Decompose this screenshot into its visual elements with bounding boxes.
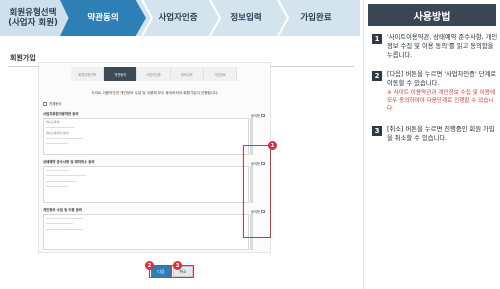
mini-step-active: 약관동의 (104, 67, 138, 81)
agree-highlight-box (243, 145, 271, 238)
section-heading-site-terms: 사업자회원이용약관 동의 (43, 112, 79, 116)
page-title: 회원가입 (10, 54, 36, 62)
mini-step: 가입완료 (203, 67, 238, 81)
agree-all-checkbox[interactable]: 전체동의 (43, 101, 61, 106)
mini-step: 사업자인증 (137, 67, 171, 81)
agree-site-terms[interactable]: 동의함 (251, 113, 265, 118)
tip-number: 1 (372, 34, 382, 44)
site-terms-text[interactable]: 제1조(목적) ───────────────── 제2조(용어의 정의) ─────… (43, 118, 249, 155)
section-heading-reservation-rules: 상태예약 준수사항 및 예약취소 동의 (43, 160, 95, 164)
usage-guide-title: 사용방법 (368, 4, 496, 26)
usage-tip-3: 3 [취소] 버튼을 누르면 진행중인 회원 가입을 취소할 수 있습니다. (372, 125, 499, 143)
mini-step: 회원유형선택 (71, 67, 105, 81)
usage-tip-1: 1 '사이트이용약관, 상태예약 준수사항, 개인정보 수집 및 이용 동의'를… (372, 33, 499, 60)
step-terms-agreement: 약관동의 (60, 0, 146, 36)
reservation-rules-text[interactable]: ────────────── ──────────────────────── ──… (43, 166, 249, 203)
checkbox-box[interactable] (261, 113, 265, 118)
agree-label: 동의함 (251, 114, 260, 118)
section-heading-privacy: 개인정보 수집 및 이용 동의 (43, 208, 83, 212)
form-step-indicator: 회원유형선택 약관동의 사업자인증 정보입력 가입완료 (71, 67, 238, 81)
usage-guide-panel: 사용방법 1 '사이트이용약관, 상태예약 준수사항, 개인정보 수집 및 이용… (363, 0, 500, 289)
step-signup-complete: 가입완료 (300, 12, 332, 23)
tip-text: [다음] 버튼을 누르면 '사업자인증' 단계로 이동할 수 있습니다. (387, 71, 497, 88)
step-business-verification: 사업자인증 (158, 12, 198, 23)
step-badge-2: 2 (145, 261, 154, 270)
tip-number: 2 (372, 71, 382, 81)
step-member-type: 회원유형선택 (사업자 회원) (0, 0, 66, 36)
usage-tip-2: 2 [다음] 버튼을 누르면 '사업자인증' 단계로 이동할 수 있습니다. ※… (372, 70, 499, 114)
agree-all-label: 전체동의 (49, 102, 62, 106)
signup-step-bar: 회원유형선택 (사업자 회원) 약관동의 사업자인증 정보입력 가입완료 (0, 0, 360, 36)
tip-number: 3 (372, 126, 382, 136)
tip-text: '사이트이용약관, 상태예약 준수사항, 개인정보 수집 및 이용 동의'를 읽… (387, 34, 498, 60)
privacy-terms-text[interactable]: ────────────────────── ──────────────── ──… (43, 214, 249, 250)
signup-form-preview: 회원유형선택 약관동의 사업자인증 정보입력 가입완료 사이트 이용약관과 개인… (38, 62, 271, 253)
step-info-input: 정보입력 (230, 12, 262, 23)
tip-text-block: [다음] 버튼을 누르면 '사업자인증' 단계로 이동할 수 있습니다. ※ 사… (387, 70, 499, 114)
step-badge-3: 3 (173, 261, 182, 270)
tip-text: [취소] 버튼을 누르면 진행중인 회원 가입을 취소할 수 있습니다. (387, 126, 495, 143)
tip-warning: ※ 사이트 이용약관과 개인정보 수집 및 이용에 모두 동의하여야 다음단계로… (387, 90, 495, 112)
mini-step: 정보입력 (170, 67, 204, 81)
checkbox-box[interactable] (43, 101, 47, 106)
step-badge-1: 1 (268, 141, 277, 150)
agreement-notice: 사이트 이용약관과 개인정보 수집 및 이용에 모두 동의하셔야 회원가입이 진… (91, 91, 219, 95)
